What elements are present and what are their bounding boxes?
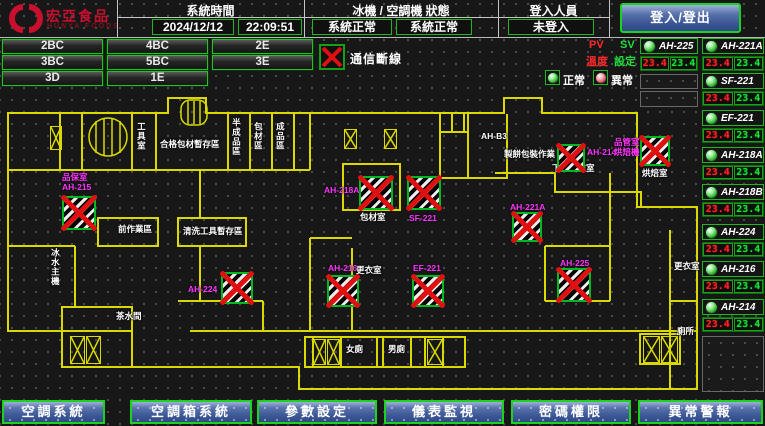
device-label-AH-221A: AH-221A — [510, 202, 545, 212]
room-label: 廁所 — [677, 327, 694, 336]
door-x-icon — [313, 339, 326, 365]
comm-loss-marker-AH-221A[interactable] — [512, 212, 542, 242]
room-label: 製餅包裝作業 — [504, 150, 555, 159]
door-x-icon — [327, 339, 340, 365]
device-label-AH-214: AH-214 — [587, 147, 616, 157]
device-label-SF-221: SF-221 — [409, 213, 437, 223]
stairs-icon — [89, 118, 127, 156]
room-label: 男廁 — [388, 345, 405, 354]
room-label: AH-B3 — [481, 132, 507, 141]
room-label: 女廁 — [346, 345, 363, 354]
comm-loss-marker-AH-216[interactable] — [327, 275, 359, 307]
device-label-AH-225: AH-225 — [560, 258, 589, 268]
device-label-烘焙機: 品管室烘焙機 — [614, 137, 640, 157]
door-x-icon — [70, 336, 85, 364]
room-label: 半成品區 — [231, 118, 240, 156]
device-label-EF-221: EF-221 — [413, 263, 441, 273]
device-label-AH-218A: AH-218A — [324, 185, 359, 195]
door-x-icon — [86, 336, 101, 364]
stairs-icon — [181, 100, 207, 125]
comm-loss-marker-SF-221[interactable] — [407, 176, 441, 210]
door-x-icon — [643, 336, 660, 363]
device-label-AH-215: 品保室AH-215 — [62, 172, 91, 192]
door-x-icon — [384, 129, 397, 149]
comm-loss-marker-AH-214[interactable] — [557, 144, 585, 172]
hmi-screen: 宏亞食品 HUNYA FOODS 系統時間 2024/12/12 22:09:5… — [0, 0, 765, 426]
comm-loss-marker-AH-224[interactable] — [221, 272, 253, 304]
comm-loss-marker-烘焙機[interactable] — [640, 136, 670, 166]
room-label: 包材室 — [360, 213, 386, 222]
room-label: 合格包材暫存區 — [160, 140, 220, 149]
room-label: 茶水間 — [116, 312, 142, 321]
room-label: 成品區 — [275, 122, 284, 151]
room-label: 冰水主機 — [50, 248, 59, 286]
comm-loss-marker-EF-221[interactable] — [412, 275, 444, 307]
room-label: 清洗工具暫存區 — [183, 227, 243, 236]
door-x-icon — [427, 339, 443, 365]
comm-loss-marker-AH-215[interactable] — [62, 196, 96, 230]
room-label: 烘焙室 — [642, 169, 668, 178]
device-label-AH-216: AH-216 — [328, 263, 357, 273]
room-label: 包材區 — [253, 122, 262, 151]
room-label: 工具室 — [136, 122, 145, 151]
door-x-icon — [50, 126, 62, 150]
door-x-icon — [661, 336, 678, 363]
device-label-AH-224: AH-224 — [188, 284, 217, 294]
room-label: 更衣室 — [674, 262, 700, 271]
door-x-icon — [344, 129, 357, 149]
comm-loss-marker-AH-218A[interactable] — [359, 176, 393, 210]
room-label: 前作業區 — [118, 225, 152, 234]
comm-loss-marker-AH-225[interactable] — [557, 268, 591, 302]
